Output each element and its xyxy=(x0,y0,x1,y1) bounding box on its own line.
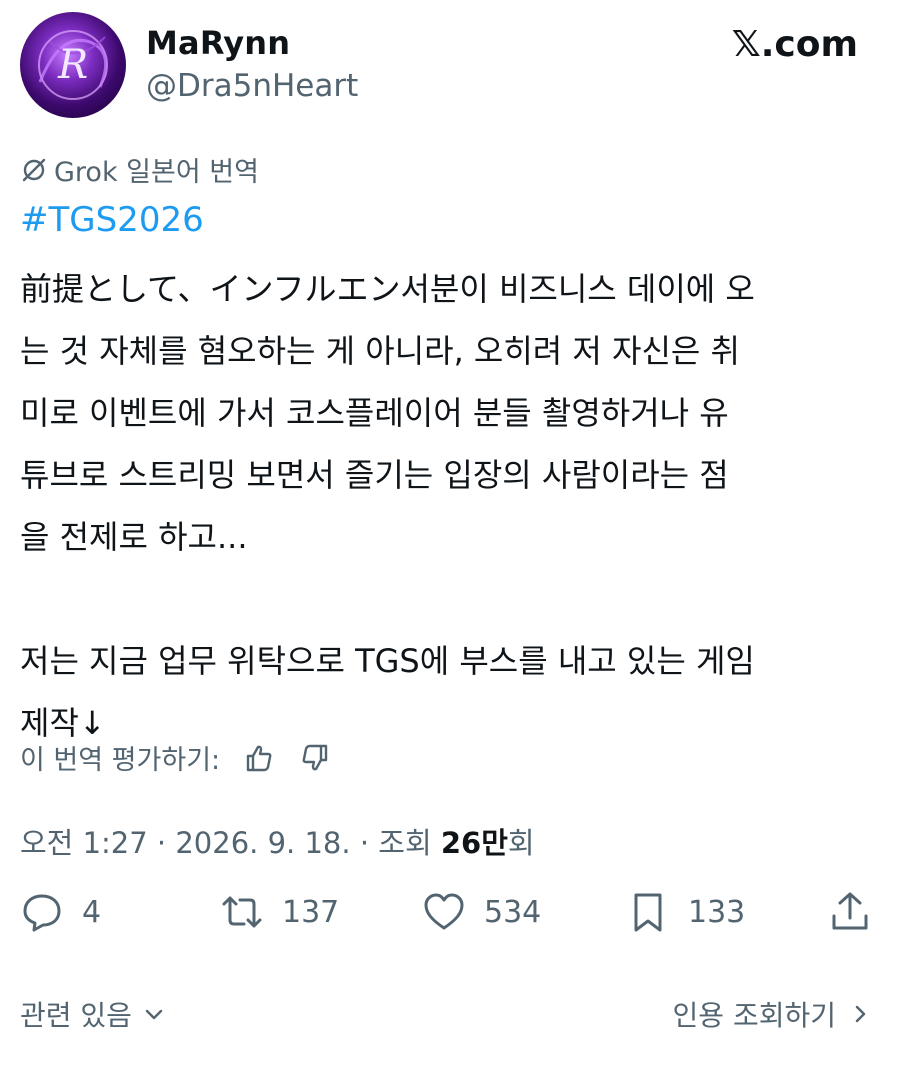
action-bar: 4 137 534 133 xyxy=(20,890,880,950)
author-handle[interactable]: @Dra5nHeart xyxy=(146,68,358,104)
meta-separator: · xyxy=(359,826,370,860)
thumbs-down-icon xyxy=(302,744,328,770)
share-icon xyxy=(832,892,868,930)
reply-count: 4 xyxy=(82,894,102,930)
bookmark-button[interactable]: 133 xyxy=(626,890,745,934)
post-meta: 오전 1:27 · 2026. 9. 18. · 조회 26만회 xyxy=(20,820,535,862)
post-header: R MaRynn @Dra5nHeart 𝕏.com xyxy=(20,12,880,120)
repost-count: 137 xyxy=(282,894,340,930)
thumbs-up-icon xyxy=(246,745,272,771)
thumbs-up-button[interactable] xyxy=(242,741,276,775)
translation-text: Grok 일본어 번역 xyxy=(54,157,259,188)
reply-button[interactable]: 4 xyxy=(20,890,101,934)
thumbs-down-button[interactable] xyxy=(298,741,332,775)
quotes-label: 인용 조회하기 xyxy=(672,999,836,1032)
chevron-right-icon xyxy=(855,1005,866,1023)
view-quotes-link[interactable]: 인용 조회하기 xyxy=(673,994,872,1034)
share-button[interactable] xyxy=(828,890,872,934)
post-date[interactable]: 2026. 9. 18. xyxy=(175,826,350,860)
related-label: 관련 있음 xyxy=(20,999,132,1032)
views-suffix: 회 xyxy=(507,826,535,860)
meta-separator: · xyxy=(156,826,167,860)
avatar[interactable]: R xyxy=(20,12,126,118)
views-prefix: 조회 xyxy=(378,826,432,860)
reply-icon xyxy=(23,894,61,932)
translation-label[interactable]: Grok 일본어 번역 xyxy=(20,150,259,189)
avatar-image: R xyxy=(38,30,108,100)
chevron-down-icon xyxy=(145,1009,163,1020)
heart-icon xyxy=(424,893,464,930)
grok-icon xyxy=(22,158,46,181)
post-time[interactable]: 오전 1:27 xyxy=(20,826,148,860)
repost-button[interactable]: 137 xyxy=(220,890,339,934)
bookmark-icon xyxy=(634,893,662,932)
like-count: 534 xyxy=(484,894,542,930)
views-count: 26만 xyxy=(440,826,508,860)
author-name[interactable]: MaRynn xyxy=(146,24,290,62)
related-toggle[interactable]: 관련 있음 xyxy=(20,994,166,1034)
repost-icon xyxy=(222,896,262,928)
post-body: 前提として、インフルエン서분이 비즈니스 데이에 오 는 것 자체를 혐오하는 … xyxy=(20,270,755,742)
like-button[interactable]: 534 xyxy=(422,890,541,934)
rate-label: 이 번역 평가하기: xyxy=(20,745,221,776)
hashtag-link[interactable]: #TGS2026 xyxy=(20,200,204,240)
bookmark-count: 133 xyxy=(688,894,746,930)
svg-text:R: R xyxy=(57,42,88,88)
rate-translation: 이 번역 평가하기: xyxy=(20,738,332,777)
brand-logo: 𝕏.com xyxy=(731,24,858,65)
